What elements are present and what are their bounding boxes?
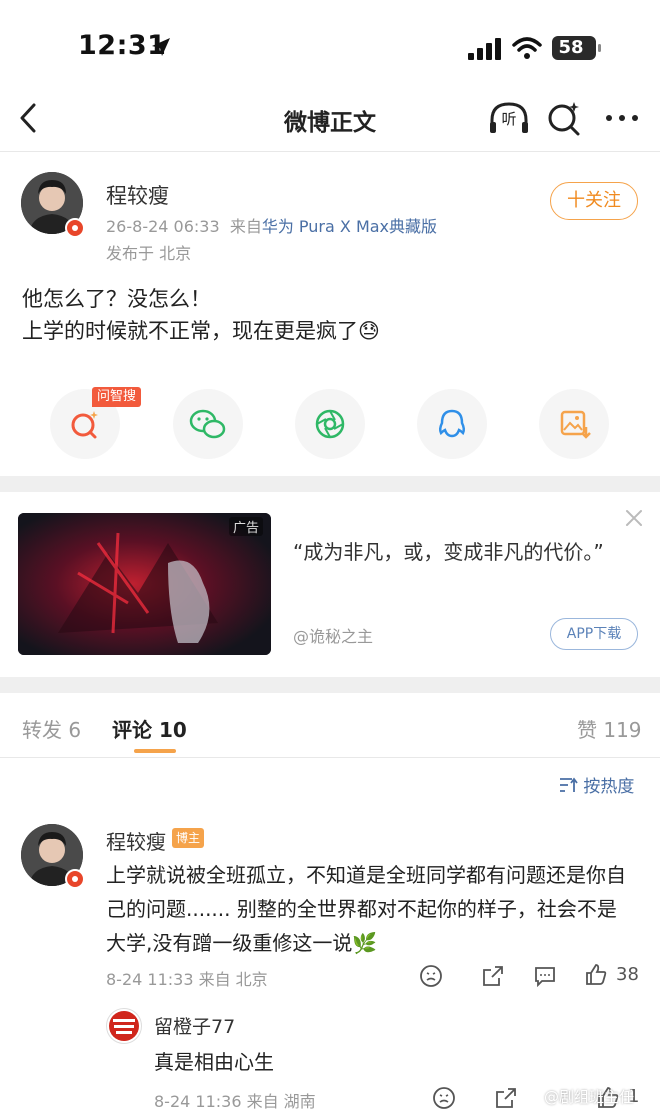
close-icon[interactable] [624,508,644,528]
post-text-line2: 上学的时候就不正常，现在更是疯了😓 [22,319,380,343]
comment-author-name[interactable]: 程较瘦 [106,826,166,855]
share-save-image-button[interactable] [539,389,609,459]
section-gap [0,476,660,492]
more-options-icon[interactable] [604,104,640,132]
share-wechat-button[interactable] [173,389,243,459]
post-timestamp: 26-8-24 06:33 [106,217,220,236]
battery-icon: 58 [552,36,601,60]
search-icon[interactable] [546,100,582,136]
reply-avatar[interactable] [106,1008,142,1044]
reply-text: 真是相由心生 [154,1050,274,1074]
location-arrow-icon [152,38,170,56]
wifi-icon [512,37,542,59]
post-meta: 26-8-24 06:33 来自华为 Pura X Max典藏版 [106,213,437,237]
host-tag: 博主 [172,828,205,848]
tab-comments[interactable]: 评论 10 [112,714,187,743]
section-gap [0,677,660,693]
sort-label: 按热度 [583,777,635,797]
post-text-line1: 他怎么了？没怎么！ [22,287,211,311]
ad-image[interactable]: 广告 [18,513,271,655]
moments-icon [315,409,345,439]
verified-badge-icon [65,869,85,889]
post-author-name[interactable]: 程较瘦 [106,180,169,210]
tab-active-indicator [134,749,176,753]
listen-label: 听 [501,110,517,128]
nav-divider [0,151,660,152]
verified-badge-icon [65,218,85,238]
sort-by-hot-button[interactable]: 按热度 [558,772,634,797]
reply-meta: 8-24 11:36 来自 湖南 [154,1092,316,1111]
like-icon[interactable] [584,963,608,987]
wechat-icon [189,409,226,439]
reply-author-name[interactable]: 留橙子77 [154,1012,235,1039]
repost-icon[interactable] [494,1086,518,1110]
ad-label: 广告 [228,517,263,536]
dislike-icon[interactable] [432,1086,456,1110]
qq-icon [438,409,466,438]
save-image-icon [560,410,591,439]
ad-author[interactable]: @诡秘之主 [293,623,373,647]
dislike-icon[interactable] [419,964,443,988]
post-source[interactable]: 华为 Pura X Max典藏版 [262,217,437,236]
app-download-button[interactable]: APP下载 [550,618,638,650]
tabs-divider [0,757,660,758]
share-moments-button[interactable] [295,389,365,459]
like-count: 38 [616,964,639,985]
ask-search-tag: 问智搜 [92,387,142,407]
follow-button[interactable]: 十关注 [550,182,638,220]
battery-level: 58 [558,37,584,58]
cellular-signal-icon [468,38,501,60]
tab-repost[interactable]: 转发 6 [22,714,81,743]
comment-meta: 8-24 11:33 来自 北京 [106,970,268,989]
share-qq-button[interactable] [417,389,487,459]
comment-icon[interactable] [533,964,557,988]
sort-icon [560,777,578,792]
repost-icon[interactable] [481,964,505,988]
watermark: @剧组班主任 [544,1088,635,1106]
listen-button[interactable]: 听 [488,100,530,136]
comment-text: 上学就说被全班孤立，不知道是全班同学都有问题还是你自己的问题....... 别整… [106,863,626,955]
post-location: 发布于 北京 [106,244,192,263]
source-prefix: 来自 [229,217,262,236]
tab-likes[interactable]: 赞 119 [577,714,642,743]
ad-text[interactable]: “成为非凡，或，变成非凡的代价。” [293,537,623,567]
